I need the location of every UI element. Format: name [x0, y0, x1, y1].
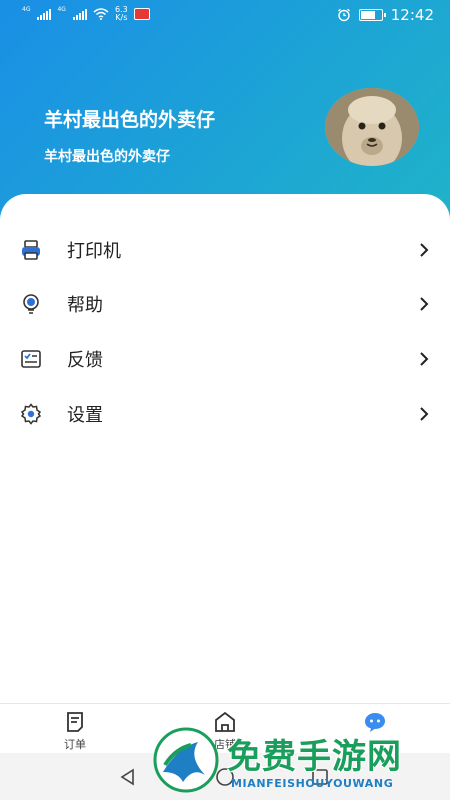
chevron-right-icon: [420, 297, 429, 311]
menu-label: 帮助: [67, 295, 103, 316]
order-icon: [67, 712, 83, 732]
menu-item-feedback[interactable]: 反馈: [0, 332, 450, 386]
network-speed: 6.3 K/s: [115, 6, 128, 22]
menu-label: 设置: [67, 405, 103, 426]
profile-name: 羊村最出色的外卖仔: [44, 109, 216, 131]
alarm-icon: [337, 8, 350, 22]
menu-item-settings[interactable]: 设置: [0, 387, 450, 441]
lightbulb-icon: [23, 294, 39, 314]
profile-subtitle: 羊村最出色的外卖仔: [44, 149, 170, 165]
status-bar: 4G 4G 6.3 K/s 12:42: [0, 0, 450, 32]
back-icon[interactable]: [118, 767, 138, 787]
tab-label: 订单: [64, 738, 86, 751]
app-notification-icon: [133, 8, 150, 20]
alpaca-avatar-image: [325, 88, 419, 166]
chevron-right-icon: [420, 352, 429, 366]
clock: 12:42: [390, 6, 434, 24]
feedback-icon: [21, 350, 41, 368]
wifi-icon: [93, 8, 109, 20]
signal-icon: [37, 8, 52, 20]
watermark-logo-icon: [153, 727, 219, 793]
menu-item-printer[interactable]: 打印机: [0, 223, 450, 277]
menu-label: 反馈: [67, 350, 103, 371]
watermark: 免费手游网 MIANFEISHOUYOUWANG: [153, 727, 450, 800]
watermark-title: 免费手游网: [227, 737, 402, 777]
battery-icon: [358, 9, 386, 21]
avatar[interactable]: [325, 88, 419, 166]
printer-icon: [22, 240, 40, 260]
gear-icon: [20, 403, 42, 425]
menu-panel: 打印机 帮助 反馈 设置: [0, 194, 450, 704]
menu-label: 打印机: [67, 241, 121, 262]
signal-icon: [72, 8, 87, 20]
chevron-right-icon: [420, 407, 429, 421]
tab-orders[interactable]: 订单: [45, 708, 105, 754]
menu-item-help[interactable]: 帮助: [0, 277, 450, 331]
network-type-2: 4G: [57, 5, 66, 13]
speed-unit: K/s: [115, 13, 128, 22]
network-type-1: 4G: [22, 5, 31, 13]
watermark-subtitle: MIANFEISHOUYOUWANG: [231, 777, 394, 790]
chevron-right-icon: [420, 243, 429, 257]
